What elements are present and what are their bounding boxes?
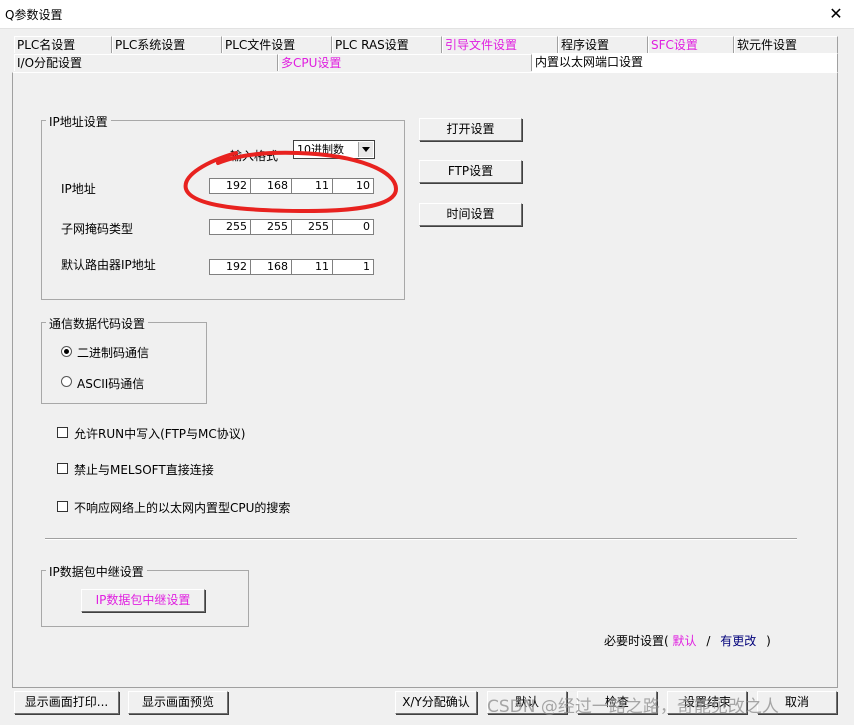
subnet-octet-4[interactable]: 0: [332, 219, 374, 235]
allow-run-write-checkbox[interactable]: [57, 427, 68, 438]
hint-changed: 有更改: [720, 634, 757, 648]
prohibit-melsoft-checkbox[interactable]: [57, 463, 68, 474]
comm-group-title: 通信数据代码设置: [46, 315, 149, 332]
binary-radio[interactable]: [61, 346, 72, 357]
ascii-radio-label: ASCII码通信: [77, 377, 145, 391]
print-screen-button[interactable]: 显示画面打印...: [14, 691, 119, 714]
hint-default: 默认: [672, 634, 697, 648]
open-settings-button[interactable]: 打开设置: [419, 118, 522, 141]
tab-device[interactable]: 软元件设置: [734, 36, 838, 53]
separator: [45, 538, 797, 540]
cancel-button[interactable]: 取消: [757, 691, 837, 714]
tab-builtin-ethernet[interactable]: 内置以太网端口设置: [532, 53, 838, 73]
default-button[interactable]: 默认: [487, 691, 567, 714]
settings-hint: 必要时设置( 默认 / 有更改 ): [604, 632, 771, 649]
subnet-octet-1[interactable]: 255: [209, 219, 251, 235]
check-button[interactable]: 检查: [577, 691, 657, 714]
hint-separator: /: [706, 634, 711, 648]
prohibit-melsoft-label: 禁止与MELSOFT直接连接: [74, 463, 214, 477]
tab-plc-file[interactable]: PLC文件设置: [222, 36, 332, 53]
title-bar: Q参数设置 ✕: [0, 0, 854, 29]
preview-screen-button[interactable]: 显示画面预览: [128, 691, 228, 714]
gateway-octet-3[interactable]: 11: [291, 259, 333, 275]
tab-multi-cpu[interactable]: 多CPU设置: [278, 54, 532, 71]
close-icon[interactable]: ✕: [822, 2, 850, 26]
xy-assignment-button[interactable]: X/Y分配确认: [395, 691, 477, 714]
hint-prefix: 必要时设置(: [604, 634, 669, 648]
gateway-octet-4[interactable]: 1: [332, 259, 374, 275]
ftp-settings-button[interactable]: FTP设置: [419, 160, 522, 183]
hint-suffix: ): [766, 634, 771, 648]
gateway-octet-2[interactable]: 168: [250, 259, 292, 275]
tab-io-assignment[interactable]: I/O分配设置: [14, 54, 278, 71]
subnet-label: 子网掩码类型: [61, 222, 134, 236]
no-respond-search-label: 不响应网络上的以太网内置型CPU的搜索: [74, 501, 291, 515]
no-respond-search-checkbox[interactable]: [57, 501, 68, 512]
tab-sfc[interactable]: SFC设置: [648, 36, 734, 53]
window-title: Q参数设置: [5, 8, 63, 22]
tab-plc-system[interactable]: PLC系统设置: [112, 36, 222, 53]
ip-group-title: IP地址设置: [46, 113, 111, 130]
time-settings-button[interactable]: 时间设置: [419, 203, 522, 226]
ip-address-label: IP地址: [61, 182, 96, 196]
ascii-radio[interactable]: [61, 376, 72, 387]
tab-plc-ras[interactable]: PLC RAS设置: [332, 36, 442, 53]
gateway-octet-1[interactable]: 192: [209, 259, 251, 275]
annotation-circle: [183, 150, 399, 214]
subnet-octet-3[interactable]: 255: [291, 219, 333, 235]
allow-run-write-label: 允许RUN中写入(FTP与MC协议): [74, 427, 246, 441]
relay-settings-button[interactable]: IP数据包中继设置: [81, 589, 205, 612]
relay-group-title: IP数据包中继设置: [46, 563, 147, 580]
tab-program[interactable]: 程序设置: [558, 36, 648, 53]
finish-settings-button[interactable]: 设置结束: [667, 691, 747, 714]
tab-plc-name[interactable]: PLC名设置: [14, 36, 112, 53]
gateway-label: 默认路由器IP地址: [61, 258, 156, 272]
tab-boot-file[interactable]: 引导文件设置: [442, 36, 558, 53]
binary-radio-label: 二进制码通信: [77, 346, 150, 360]
subnet-octet-2[interactable]: 255: [250, 219, 292, 235]
